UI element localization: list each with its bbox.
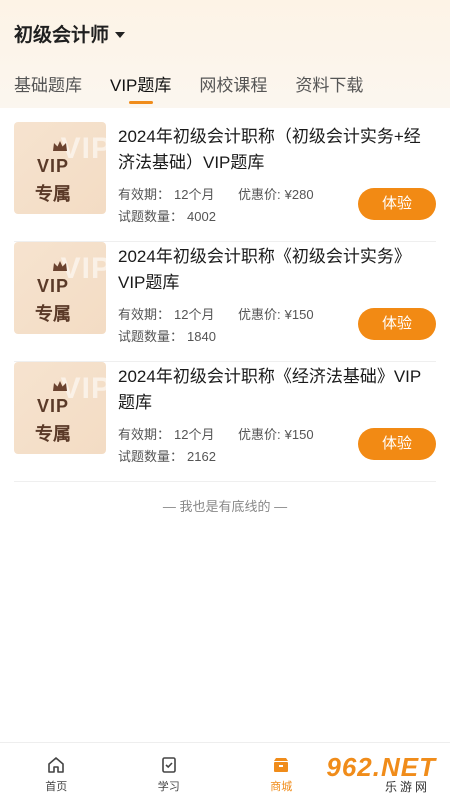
nav-label: 学习 <box>157 781 180 793</box>
exam-selector[interactable]: 初级会计师 <box>14 20 126 47</box>
item-validity: 有效期： 12个月 <box>118 184 214 203</box>
cover-vip-text: VIP <box>36 276 69 296</box>
price-label: 优惠价: <box>238 427 281 442</box>
tab-online-courses[interactable]: 网校课程 <box>199 74 267 104</box>
bottom-nav: 首页 学习 商城 962.NET 乐游网 <box>0 742 450 800</box>
cover-vip-text: VIP <box>36 396 69 416</box>
count-value: 1840 <box>187 329 216 344</box>
try-button[interactable]: 体验 <box>358 188 436 220</box>
study-icon <box>161 757 176 773</box>
try-button[interactable]: 体验 <box>358 308 436 340</box>
list-item[interactable]: VIP VIP 专属 2024年初级会计职称《经济法基础》VIP题库 有效期： 1… <box>14 362 436 482</box>
price-label: 优惠价: <box>238 187 281 202</box>
count-label: 试题数量： <box>118 449 184 464</box>
vip-cover-image: VIP VIP 专属 <box>14 122 106 214</box>
home-icon <box>48 757 65 773</box>
cover-exclusive-text: 专属 <box>35 304 71 324</box>
crown-icon <box>53 381 67 391</box>
cover-exclusive-text: 专属 <box>35 184 71 204</box>
price-value: ¥150 <box>284 427 314 442</box>
site-watermark: 962.NET 乐游网 <box>302 752 442 794</box>
nav-item-study[interactable]: 学习 <box>113 743 226 800</box>
cover-exclusive-text: 专属 <box>35 424 71 444</box>
validity-label: 有效期： <box>118 307 171 322</box>
item-price: 优惠价: ¥150 <box>238 304 314 323</box>
item-title: 2024年初级会计职称《初级会计实务》VIP题库 <box>118 247 411 292</box>
count-value: 4002 <box>187 209 216 224</box>
store-icon <box>274 758 289 772</box>
validity-value: 12个月 <box>174 307 215 322</box>
count-label: 试题数量： <box>118 329 184 344</box>
count-value: 2162 <box>187 449 216 464</box>
item-price: 优惠价: ¥150 <box>238 424 314 443</box>
watermark-sitename: 乐游网 <box>384 780 430 794</box>
cover-vip-text: VIP <box>36 156 69 176</box>
validity-value: 12个月 <box>174 427 215 442</box>
item-price: 优惠价: ¥280 <box>238 184 314 203</box>
item-validity: 有效期： 12个月 <box>118 424 214 443</box>
caret-down-icon <box>115 31 126 38</box>
nav-label: 首页 <box>45 781 68 793</box>
tab-basic-bank[interactable]: 基础题库 <box>14 74 82 104</box>
vip-cover-image: VIP VIP 专属 <box>14 362 106 454</box>
price-label: 优惠价: <box>238 307 281 322</box>
price-value: ¥280 <box>284 187 314 202</box>
tab-downloads[interactable]: 资料下载 <box>295 74 363 104</box>
vip-cover-image: VIP VIP 专属 <box>14 242 106 334</box>
tab-bar: 基础题库 VIP题库 网校课程 资料下载 <box>0 74 450 104</box>
tab-vip-bank[interactable]: VIP题库 <box>110 74 171 104</box>
validity-label: 有效期： <box>118 187 171 202</box>
item-title: 2024年初级会计职称《经济法基础》VIP题库 <box>118 367 422 412</box>
crown-icon <box>53 261 67 271</box>
nav-item-home[interactable]: 首页 <box>0 743 113 800</box>
item-count: 试题数量： 4002 <box>118 206 216 225</box>
validity-label: 有效期： <box>118 427 171 442</box>
item-title: 2024年初级会计职称（初级会计实务+经济法基础）VIP题库 <box>118 127 421 172</box>
validity-value: 12个月 <box>174 187 215 202</box>
price-value: ¥150 <box>284 307 314 322</box>
item-validity: 有效期： 12个月 <box>118 304 214 323</box>
header-area: 初级会计师 基础题库 VIP题库 网校课程 资料下载 <box>0 0 450 108</box>
list-item[interactable]: VIP VIP 专属 2024年初级会计职称（初级会计实务+经济法基础）VIP题… <box>14 122 436 242</box>
crown-icon <box>53 141 67 151</box>
try-button[interactable]: 体验 <box>358 428 436 460</box>
list-item[interactable]: VIP VIP 专属 2024年初级会计职称《初级会计实务》VIP题库 有效期：… <box>14 242 436 362</box>
exam-selector-label: 初级会计师 <box>14 25 110 46</box>
item-count: 试题数量： 2162 <box>118 446 216 465</box>
end-of-list-note: — 我也是有底线的 — <box>162 499 288 514</box>
nav-label: 商城 <box>270 781 293 793</box>
item-count: 试题数量： 1840 <box>118 326 216 345</box>
count-label: 试题数量： <box>118 209 184 224</box>
